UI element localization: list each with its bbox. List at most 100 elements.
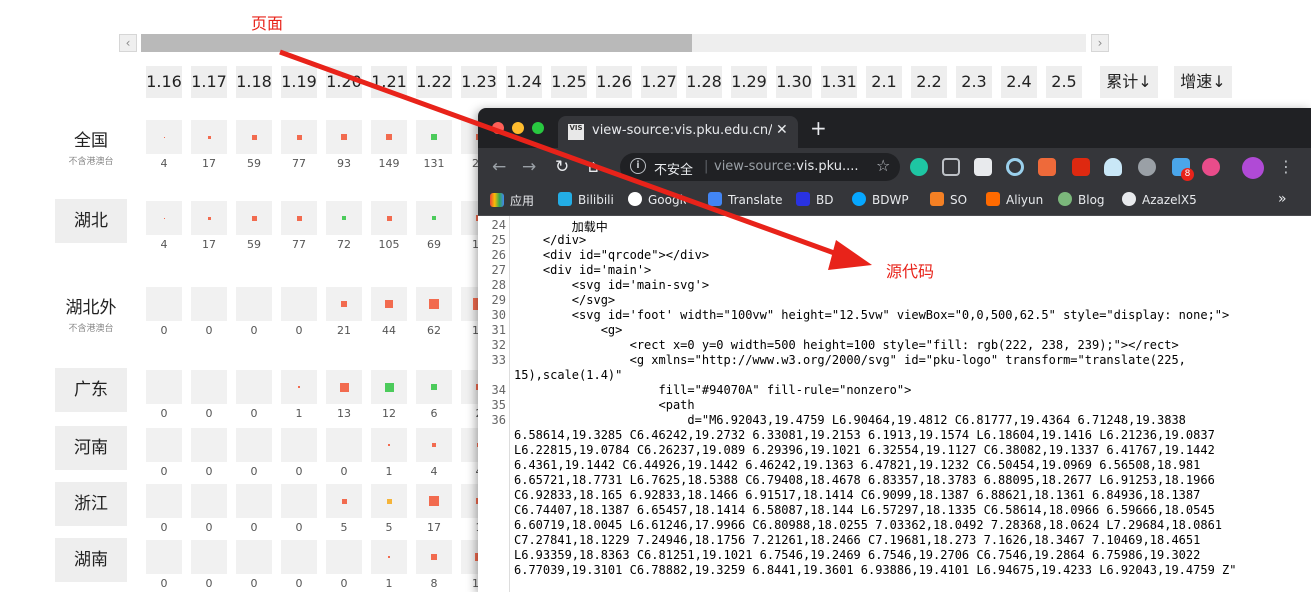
source-line[interactable]: 6.58614,19.3285 C6.46242,19.2732 6.33081… (514, 428, 1215, 442)
source-line[interactable]: <g> (514, 323, 623, 337)
region-label[interactable]: 广东 (55, 368, 127, 412)
source-line[interactable]: 6.4361,19.1442 C6.44926,19.1442 6.46242,… (514, 458, 1200, 472)
date-button[interactable]: 1.25 (551, 66, 587, 98)
sort-growth-button[interactable]: 增速↓ (1174, 66, 1232, 98)
date-button[interactable]: 1.31 (821, 66, 857, 98)
heatmap-cell[interactable] (146, 370, 182, 404)
source-line[interactable]: <path (514, 398, 694, 412)
bookmark-google[interactable]: Google (628, 192, 686, 207)
bookmark-bd[interactable]: BD (796, 192, 833, 207)
date-button[interactable]: 2.3 (956, 66, 992, 98)
bookmark-bdwp[interactable]: BDWP (852, 192, 909, 207)
date-button[interactable]: 1.19 (281, 66, 317, 98)
date-button[interactable]: 1.26 (596, 66, 632, 98)
slider-left-button[interactable]: ‹ (119, 34, 137, 52)
source-line[interactable]: <div id='main'> (514, 263, 651, 277)
heatmap-cell[interactable] (146, 484, 182, 518)
source-line[interactable]: </div> (514, 233, 586, 247)
extension-star-icon[interactable] (1202, 158, 1220, 176)
source-line[interactable]: C7.27841,18.1229 7.24946,18.1756 7.21261… (514, 533, 1200, 547)
source-line[interactable]: d="M6.92043,19.4759 L6.90464,19.4812 C6.… (514, 413, 1186, 427)
timeline-slider-thumb[interactable] (141, 34, 692, 52)
extension-ring-icon[interactable] (1006, 158, 1024, 176)
address-bar[interactable]: i 不安全 | view-source:vis.pku.... ☆ (620, 153, 900, 181)
menu-icon[interactable]: ⋮ (1278, 157, 1294, 176)
bookmark-blog[interactable]: Blog (1058, 192, 1105, 207)
date-button[interactable]: 2.4 (1001, 66, 1037, 98)
heatmap-cell[interactable] (191, 484, 227, 518)
back-icon[interactable]: ← (492, 157, 506, 177)
bookmark-apps[interactable]: 应用 (490, 192, 534, 209)
heatmap-cell[interactable] (326, 540, 362, 574)
region-label[interactable]: 湖北 (55, 199, 127, 243)
heatmap-cell[interactable] (191, 370, 227, 404)
source-line[interactable]: </svg> (514, 293, 615, 307)
tab-close-icon[interactable]: ✕ (776, 122, 788, 138)
profile-avatar[interactable] (1242, 157, 1264, 179)
source-line[interactable]: <rect x=0 y=0 width=500 height=100 style… (514, 338, 1179, 352)
date-button[interactable]: 1.18 (236, 66, 272, 98)
new-tab-icon[interactable]: + (810, 116, 827, 140)
extension-m-icon[interactable] (910, 158, 928, 176)
heatmap-cell[interactable] (146, 287, 182, 321)
maximize-window-button[interactable] (532, 122, 544, 134)
source-line[interactable]: 15),scale(1.4)" (514, 368, 622, 382)
extension-diamond-icon[interactable] (1104, 158, 1122, 176)
source-line[interactable]: 6.65721,18.7731 L6.7625,18.5388 C6.79408… (514, 473, 1215, 487)
date-button[interactable]: 1.29 (731, 66, 767, 98)
source-line[interactable]: C6.92833,18.165 6.92833,18.1466 6.91517,… (514, 488, 1200, 502)
source-line[interactable]: fill="#94070A" fill-rule="nonzero"> (514, 383, 911, 397)
bookmark-azazelx5[interactable]: AzazelX5 (1122, 192, 1197, 207)
source-line[interactable]: <svg id='foot' width="100vw" height="12.… (514, 308, 1229, 322)
bookmark-bilibili[interactable]: Bilibili (558, 192, 614, 207)
date-button[interactable]: 1.16 (146, 66, 182, 98)
slider-right-button[interactable]: › (1091, 34, 1109, 52)
date-button[interactable]: 1.24 (506, 66, 542, 98)
heatmap-cell[interactable] (191, 540, 227, 574)
bookmarks-more-icon[interactable]: » (1278, 191, 1287, 207)
source-line[interactable]: <div id="qrcode"></div> (514, 248, 709, 262)
source-line[interactable]: 6.60719,18.0045 L6.61246,17.9966 C6.8098… (514, 518, 1222, 532)
bookmark-translate[interactable]: Translate (708, 192, 783, 207)
date-button[interactable]: 1.28 (686, 66, 722, 98)
date-button[interactable]: 2.2 (911, 66, 947, 98)
minimize-window-button[interactable] (512, 122, 524, 134)
browser-tab[interactable]: VIS view-source:vis.pku.edu.cn/ncov ✕ (558, 116, 798, 148)
star-icon[interactable]: ☆ (876, 156, 890, 175)
heatmap-cell[interactable] (281, 287, 317, 321)
date-button[interactable]: 1.22 (416, 66, 452, 98)
extension-window-icon[interactable] (942, 158, 960, 176)
source-line[interactable]: <g xmlns="http://www.w3.org/2000/svg" id… (514, 353, 1186, 367)
heatmap-cell[interactable] (236, 370, 272, 404)
home-icon[interactable]: ⌂ (588, 157, 599, 177)
date-button[interactable]: 1.27 (641, 66, 677, 98)
date-button[interactable]: 1.23 (461, 66, 497, 98)
forward-icon[interactable]: → (522, 157, 536, 177)
heatmap-cell[interactable] (326, 428, 362, 462)
bookmark-so[interactable]: SO (930, 192, 967, 207)
date-button[interactable]: 2.1 (866, 66, 902, 98)
date-button[interactable]: 1.20 (326, 66, 362, 98)
reload-icon[interactable]: ↻ (555, 157, 569, 177)
close-window-button[interactable] (492, 122, 504, 134)
bookmark-aliyun[interactable]: Aliyun (986, 192, 1043, 207)
heatmap-cell[interactable] (236, 287, 272, 321)
date-button[interactable]: 2.5 (1046, 66, 1082, 98)
region-label[interactable]: 全国 不含港澳台 (55, 126, 127, 167)
date-button[interactable]: 1.17 (191, 66, 227, 98)
heatmap-cell[interactable] (281, 428, 317, 462)
heatmap-cell[interactable] (146, 540, 182, 574)
source-line[interactable]: L6.93359,18.8363 C6.81251,19.1021 6.7546… (514, 548, 1200, 562)
source-line[interactable]: C6.74407,18.1387 6.65457,18.1414 6.58087… (514, 503, 1215, 517)
heatmap-cell[interactable] (236, 484, 272, 518)
heatmap-cell[interactable] (281, 540, 317, 574)
sort-cumulative-button[interactable]: 累计↓ (1100, 66, 1158, 98)
source-line[interactable]: <svg id='main-svg'> (514, 278, 709, 292)
region-label[interactable]: 河南 (55, 426, 127, 470)
heatmap-cell[interactable] (191, 287, 227, 321)
date-button[interactable]: 1.21 (371, 66, 407, 98)
heatmap-cell[interactable] (236, 428, 272, 462)
extension-rocket-icon[interactable] (1138, 158, 1156, 176)
source-line[interactable]: 6.77039,19.3101 C6.78882,19.3259 6.8441,… (514, 563, 1236, 577)
info-icon[interactable]: i (630, 158, 646, 174)
